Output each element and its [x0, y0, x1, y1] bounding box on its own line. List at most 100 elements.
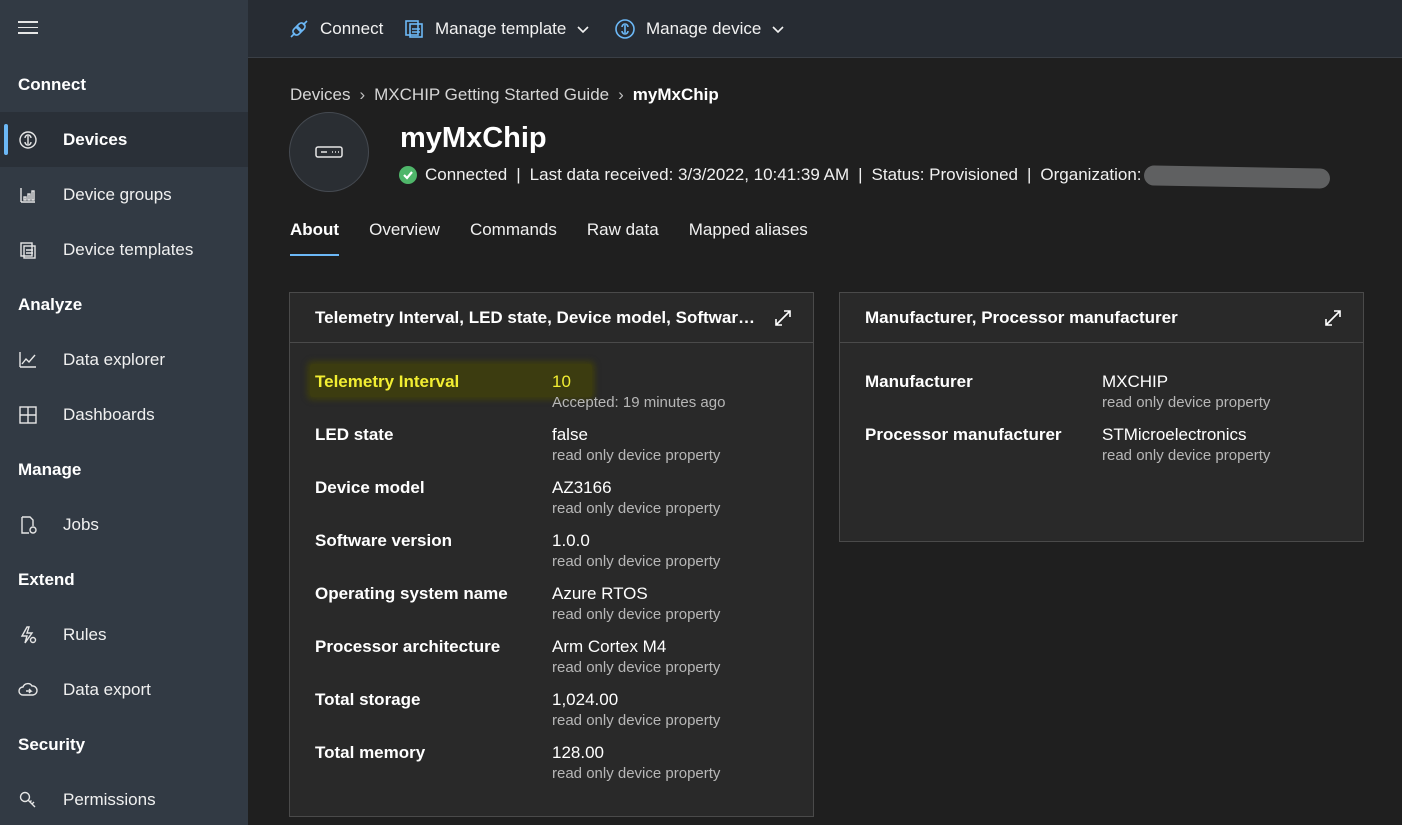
check-circle-icon [399, 166, 417, 184]
manage-template-button[interactable]: Manage template [403, 0, 590, 58]
card-header: Telemetry Interval, LED state, Device mo… [290, 293, 813, 343]
property-value: 1.0.0 [552, 531, 590, 550]
chart-line-icon [18, 350, 38, 370]
hamburger-menu-icon[interactable] [18, 21, 38, 35]
tab-bar: About Overview Commands Raw data Mapped … [290, 220, 838, 260]
property-status: Accepted: 19 minutes ago [552, 394, 726, 411]
sidebar-item-data-export[interactable]: Data export [0, 662, 248, 717]
property-value: Arm Cortex M4 [552, 637, 667, 656]
key-icon [18, 790, 38, 810]
tab-about[interactable]: About [290, 220, 340, 256]
property-name: Software version [315, 531, 452, 550]
property-row: Processor architecture Arm Cortex M4 rea… [315, 637, 803, 687]
breadcrumb: Devices › MXCHIP Getting Started Guide ›… [290, 85, 719, 105]
device-board-icon [315, 146, 343, 158]
property-name: Manufacturer [865, 372, 973, 391]
section-title-connect: Connect [18, 75, 86, 94]
sidebar-item-label: Permissions [63, 789, 156, 809]
plug-icon [290, 20, 308, 38]
sidebar-item-label: Data explorer [63, 349, 166, 369]
breadcrumb-devices[interactable]: Devices [290, 85, 350, 105]
section-title-security: Security [18, 735, 86, 754]
property-value: Azure RTOS [552, 584, 648, 603]
property-row: Processor manufacturer STMicroelectronic… [865, 425, 1353, 475]
manufacturer-card: Manufacturer, Processor manufacturer Man… [839, 292, 1364, 542]
property-status: read only device property [552, 553, 721, 570]
command-bar: Connect Manage template Manage device [248, 0, 1402, 58]
chevron-down-icon [772, 26, 784, 34]
section-title-analyze: Analyze [18, 295, 83, 314]
organization-label: Organization: [1040, 165, 1142, 184]
chevron-right-icon: › [359, 85, 366, 104]
sidebar-item-label: Jobs [63, 514, 99, 534]
connect-label: Connect [320, 19, 384, 38]
property-row: Device model AZ3166 read only device pro… [315, 478, 803, 528]
divider: | [858, 165, 863, 184]
sidebar-item-devices[interactable]: Devices [0, 112, 248, 167]
sidebar-item-label: Device templates [63, 239, 194, 259]
property-name: Device model [315, 478, 425, 497]
chevron-right-icon: › [618, 85, 624, 104]
connect-button[interactable]: Connect [288, 0, 383, 58]
property-status: read only device property [552, 500, 721, 517]
property-name: Total memory [315, 743, 426, 762]
sidebar-item-data-explorer[interactable]: Data explorer [0, 332, 248, 387]
sidebar-item-device-templates[interactable]: Device templates [0, 222, 248, 277]
last-data-received: Last data received: 3/3/2022, 10:41:39 A… [529, 165, 850, 184]
sidebar-item-label: Data export [63, 679, 151, 699]
sidebar-item-rules[interactable]: Rules [0, 607, 248, 662]
sidebar-item-jobs[interactable]: Jobs [0, 497, 248, 552]
property-status: read only device property [552, 659, 721, 676]
property-value: 128.00 [552, 743, 604, 762]
property-name: Telemetry Interval [315, 372, 460, 391]
breadcrumb-current: myMxChip [632, 85, 719, 104]
device-icon [615, 19, 635, 39]
manage-device-button[interactable]: Manage device [614, 0, 785, 58]
device-name: myMxChip [400, 122, 547, 154]
sidebar-item-permissions[interactable]: Permissions [0, 772, 248, 825]
property-value: STMicroelectronics [1102, 425, 1247, 444]
jobs-icon [18, 515, 38, 535]
property-status: read only device property [552, 447, 721, 464]
tab-overview[interactable]: Overview [369, 220, 440, 256]
rules-icon [18, 625, 38, 645]
property-value: MXCHIP [1102, 372, 1169, 391]
section-title-extend: Extend [18, 570, 75, 589]
device-status-line: Connected | Last data received: 3/3/2022… [399, 165, 1330, 189]
property-value: false [552, 425, 588, 444]
provisioning-status: Status: Provisioned [871, 165, 1018, 184]
sidebar-item-device-groups[interactable]: Device groups [0, 167, 248, 222]
property-row: LED state false read only device propert… [315, 425, 803, 475]
property-name: Total storage [315, 690, 421, 709]
tab-commands[interactable]: Commands [470, 220, 557, 256]
divider: | [516, 165, 521, 184]
property-row: Telemetry Interval 10 Accepted: 19 minut… [315, 372, 803, 422]
property-name: Processor architecture [315, 637, 501, 656]
property-row: Total storage 1,024.00 read only device … [315, 690, 803, 740]
devices-icon [18, 130, 38, 150]
expand-icon[interactable] [1323, 308, 1343, 328]
sidebar-item-label: Devices [63, 129, 128, 149]
property-row: Software version 1.0.0 read only device … [315, 531, 803, 581]
property-row: Manufacturer MXCHIP read only device pro… [865, 372, 1353, 422]
device-templates-icon [18, 240, 38, 260]
breadcrumb-template[interactable]: MXCHIP Getting Started Guide [374, 85, 609, 105]
expand-icon[interactable] [773, 308, 793, 328]
connection-status: Connected [425, 165, 508, 184]
sidebar-item-label: Device groups [63, 184, 172, 204]
property-status: read only device property [552, 606, 721, 623]
tab-raw-data[interactable]: Raw data [587, 220, 659, 256]
card-header: Manufacturer, Processor manufacturer [840, 293, 1363, 343]
property-row: Total memory 128.00 read only device pro… [315, 743, 803, 793]
tab-mapped-aliases[interactable]: Mapped aliases [689, 220, 808, 256]
device-avatar [289, 112, 369, 192]
sidebar-item-dashboards[interactable]: Dashboards [0, 387, 248, 442]
property-name: Operating system name [315, 584, 508, 603]
properties-card: Telemetry Interval, LED state, Device mo… [289, 292, 814, 817]
redacted-organization [1143, 165, 1330, 189]
property-value: 10 [552, 372, 571, 391]
template-icon [405, 20, 423, 38]
property-status: read only device property [1102, 394, 1271, 411]
sidebar-item-label: Rules [63, 624, 107, 644]
property-value: 1,024.00 [552, 690, 619, 709]
